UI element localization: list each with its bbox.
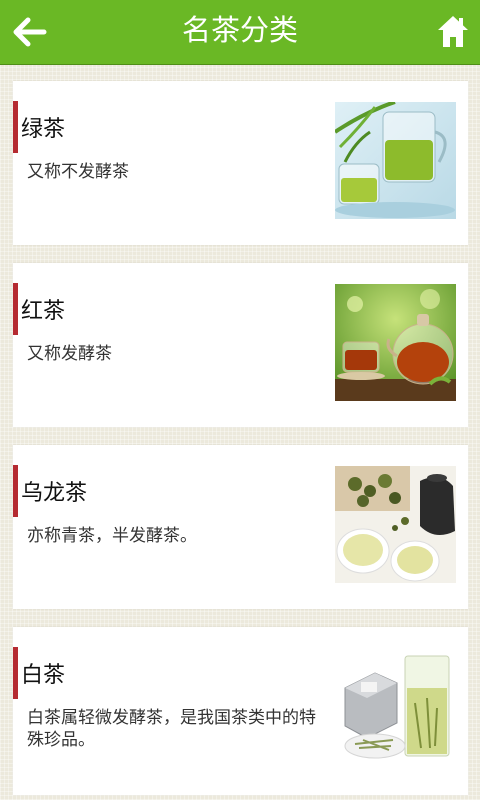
home-icon bbox=[438, 16, 468, 47]
category-name: 红茶 bbox=[21, 299, 66, 324]
category-card-oolong-tea[interactable]: 乌龙茶 亦称青茶，半发酵茶。 bbox=[13, 445, 468, 609]
oolong-tea-image bbox=[335, 466, 456, 583]
category-desc: 又称不发酵茶 bbox=[27, 162, 129, 182]
category-desc: 亦称青茶，半发酵茶。 bbox=[27, 526, 197, 546]
category-card-green-tea[interactable]: 绿茶 又称不发酵茶 bbox=[13, 81, 468, 245]
accent-bar bbox=[13, 283, 18, 335]
app-header: 名茶分类 bbox=[0, 0, 480, 65]
accent-bar bbox=[13, 101, 18, 153]
page-title: 名茶分类 bbox=[181, 13, 298, 47]
category-desc: 又称发酵茶 bbox=[27, 344, 112, 364]
accent-bar bbox=[13, 647, 18, 699]
white-tea-image bbox=[335, 648, 456, 769]
category-name: 乌龙茶 bbox=[21, 481, 88, 506]
accent-bar bbox=[13, 465, 18, 517]
category-name: 白茶 bbox=[21, 663, 66, 688]
green-tea-image bbox=[335, 102, 456, 219]
category-card-white-tea[interactable]: 白茶 白茶属轻微发酵茶，是我国茶类中的特殊珍品。 bbox=[13, 627, 468, 795]
category-card-black-tea[interactable]: 红茶 又称发酵茶 bbox=[13, 263, 468, 427]
category-desc: 白茶属轻微发酵茶，是我国茶类中的特殊珍品。 bbox=[27, 708, 316, 750]
category-name: 绿茶 bbox=[21, 117, 66, 142]
black-tea-image bbox=[335, 284, 456, 401]
home-button[interactable] bbox=[436, 13, 470, 49]
